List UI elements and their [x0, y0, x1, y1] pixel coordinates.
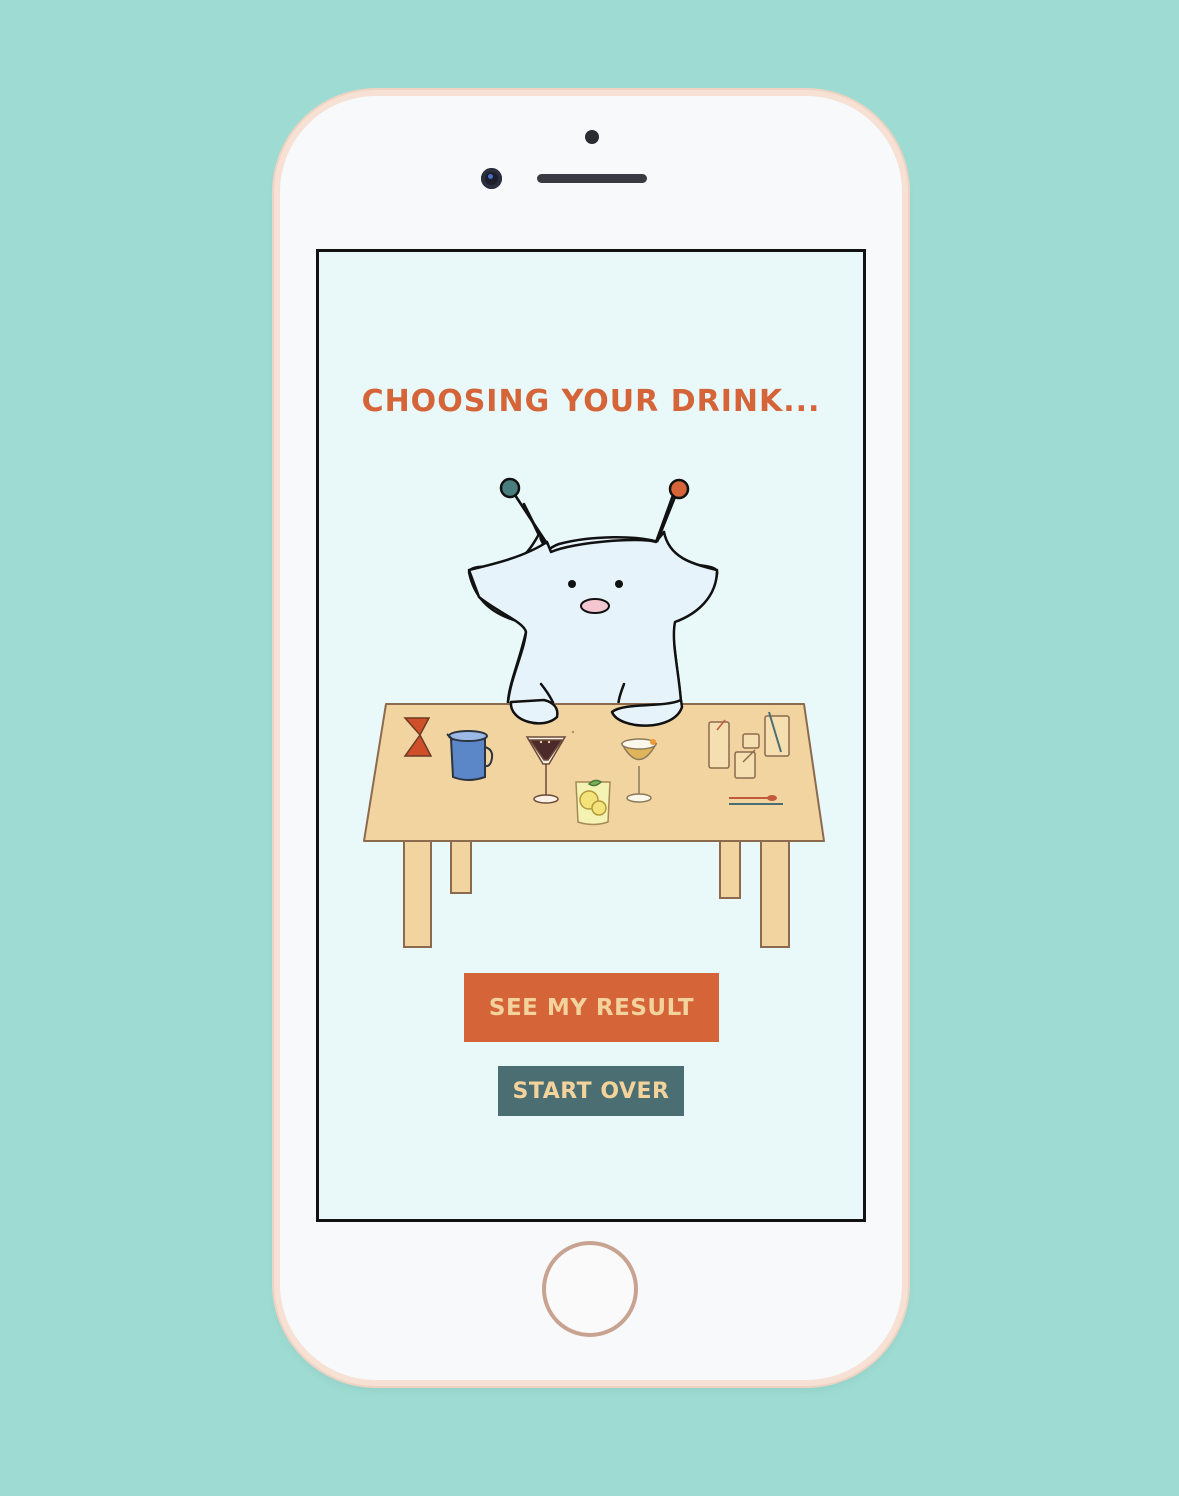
earpiece-speaker [537, 174, 647, 183]
pitcher-icon [446, 730, 494, 781]
table-legs [403, 840, 790, 948]
lemon-drink-glass-icon [575, 779, 611, 826]
antenna-ball-orange [668, 478, 690, 500]
antenna-ball-teal [499, 477, 521, 499]
page-title: CHOOSING YOUR DRINK... [361, 384, 821, 419]
page-background: CHOOSING YOUR DRINK... SEE MY RESULT STA… [0, 0, 1179, 1496]
antenna-left [511, 491, 549, 545]
antenna-right [655, 491, 679, 543]
creature-nose [580, 598, 610, 614]
creature-eye-left [568, 580, 576, 588]
see-result-button[interactable]: SEE MY RESULT [464, 973, 719, 1042]
app-screen: CHOOSING YOUR DRINK... SEE MY RESULT STA… [316, 249, 866, 1222]
front-camera-icon [481, 168, 502, 189]
creature-body [467, 530, 719, 727]
home-button[interactable] [542, 1241, 638, 1337]
start-over-button[interactable]: START OVER [498, 1066, 684, 1116]
proximity-sensor [585, 130, 599, 144]
creature-eye-right [615, 580, 623, 588]
